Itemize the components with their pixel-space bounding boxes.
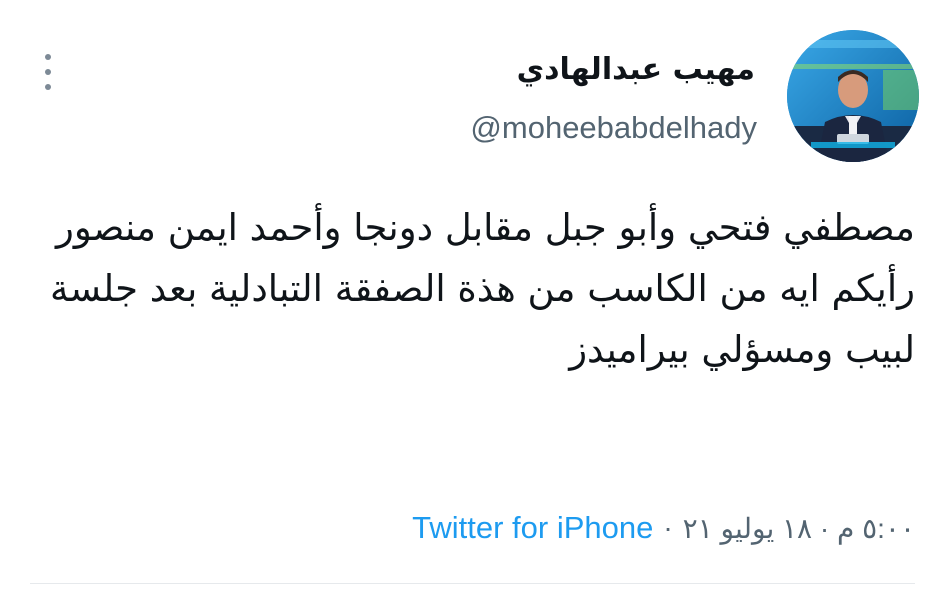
avatar-photo <box>787 30 919 162</box>
avatar[interactable] <box>787 30 919 162</box>
tweet-text: مصطفي فتحي وأبو جبل مقابل دونجا وأحمد اي… <box>49 206 915 371</box>
tweet-card: مهيب عبدالهادي @moheebabdelhady مصطفي فت… <box>0 0 945 610</box>
vertical-ellipsis-icon <box>45 54 51 60</box>
divider <box>30 583 915 584</box>
author-display-name[interactable]: مهيب عبدالهادي <box>517 52 755 87</box>
more-options-button[interactable] <box>36 54 60 90</box>
tweet-timestamp[interactable]: ٥:٠٠ م · ١٨ يوليو ٢١ <box>683 512 915 545</box>
tweet-source-link[interactable]: Twitter for iPhone <box>412 510 653 546</box>
author-handle[interactable]: @moheebabdelhady <box>470 110 757 146</box>
meta-separator: · <box>663 512 673 543</box>
tweet-meta: ٥:٠٠ م · ١٨ يوليو ٢١ · Twitter for iPhon… <box>412 510 915 546</box>
